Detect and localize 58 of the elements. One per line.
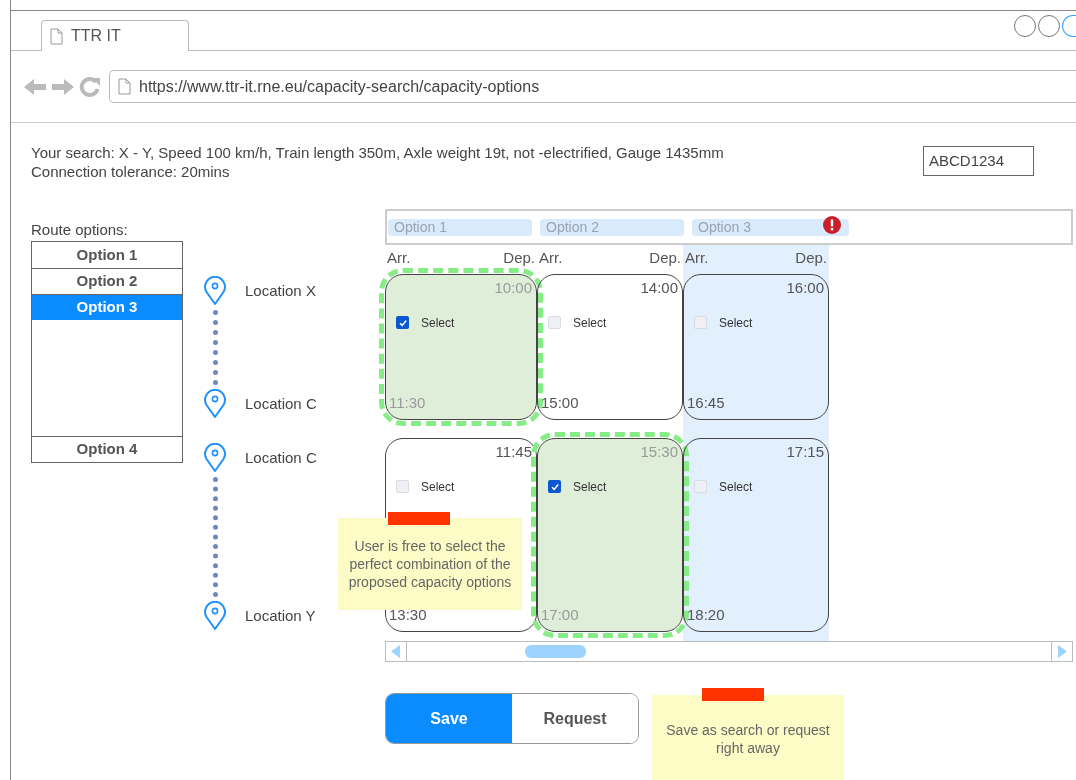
back-arrow-icon[interactable] [23, 76, 47, 97]
arrival-header: Arr. [539, 248, 563, 269]
forward-arrow-icon[interactable] [51, 76, 75, 97]
departure-time: 16:00 [786, 278, 824, 298]
location-label: Location X [245, 280, 316, 301]
arrival-header: Arr. [685, 248, 709, 269]
select-label: Select [421, 314, 455, 332]
page-icon [118, 78, 131, 95]
checkbox[interactable] [396, 316, 409, 329]
location-label: Location C [245, 447, 317, 468]
departure-header: Dep. [503, 248, 535, 269]
horizontal-scrollbar[interactable] [385, 641, 1073, 662]
arrival-time: 17:00 [541, 606, 579, 623]
arrival-time: 18:20 [687, 606, 725, 623]
departure-header: Dep. [649, 248, 681, 269]
location-pin-icon [203, 601, 227, 631]
location-label: Location Y [245, 605, 316, 626]
location-pin-icon [203, 276, 227, 306]
tape-strip [388, 512, 450, 525]
select-label: Select [573, 478, 607, 496]
note-text: Save as search or request right away [665, 721, 831, 757]
reload-icon[interactable] [79, 75, 101, 98]
search-summary: Connection tolerance: 20mins [31, 162, 231, 181]
departure-time: 15:30 [640, 442, 678, 462]
url-text: https://www.ttr-it.rne.eu/capacity-search/capacity-options [139, 76, 540, 97]
checkbox[interactable] [396, 480, 409, 493]
select-label: Select [421, 478, 455, 496]
checkbox[interactable] [694, 316, 707, 329]
location-label: Location C [245, 393, 317, 414]
departure-time: 11:45 [495, 442, 532, 462]
departure-time: 10:00 [494, 278, 532, 298]
search-summary: Your search: X - Y, Speed 100 km/h, Train length 350m, Axle weight 19t, not -electrified, Gauge 1435mm [31, 143, 724, 162]
reference-field[interactable]: ABCD1234 [923, 146, 1034, 176]
checkbox[interactable] [694, 480, 707, 493]
checkbox[interactable] [548, 316, 561, 329]
arrival-time: 13:30 [389, 606, 427, 623]
checkbox[interactable] [548, 480, 561, 493]
note-text: User is free to select the perfect combination of the proposed capacity options [347, 537, 513, 591]
select-label: Select [573, 314, 607, 332]
arrival-time: 11:30 [389, 394, 426, 411]
address-bar[interactable]: https://www.ttr-it.rne.eu/capacity-search/capacity-options [109, 70, 1076, 103]
departure-header: Dep. [795, 248, 827, 269]
departure-time: 14:00 [640, 278, 678, 298]
arrival-time: 16:45 [687, 394, 725, 411]
location-pin-icon [203, 389, 227, 419]
tab-title: TTR IT [71, 26, 121, 46]
scrollbar-thumb[interactable] [525, 645, 586, 658]
departure-time: 17:15 [786, 442, 824, 462]
select-label: Select [719, 478, 753, 496]
location-pin-icon [203, 443, 227, 473]
select-label: Select [719, 314, 753, 332]
tape-strip [702, 688, 764, 701]
page-icon [50, 27, 63, 45]
route-options-label: Route options: [31, 220, 129, 239]
arrival-time: 15:00 [541, 394, 579, 411]
warning-icon [823, 215, 841, 234]
browser-tab[interactable]: TTR IT [41, 20, 189, 51]
arrival-header: Arr. [387, 248, 411, 269]
